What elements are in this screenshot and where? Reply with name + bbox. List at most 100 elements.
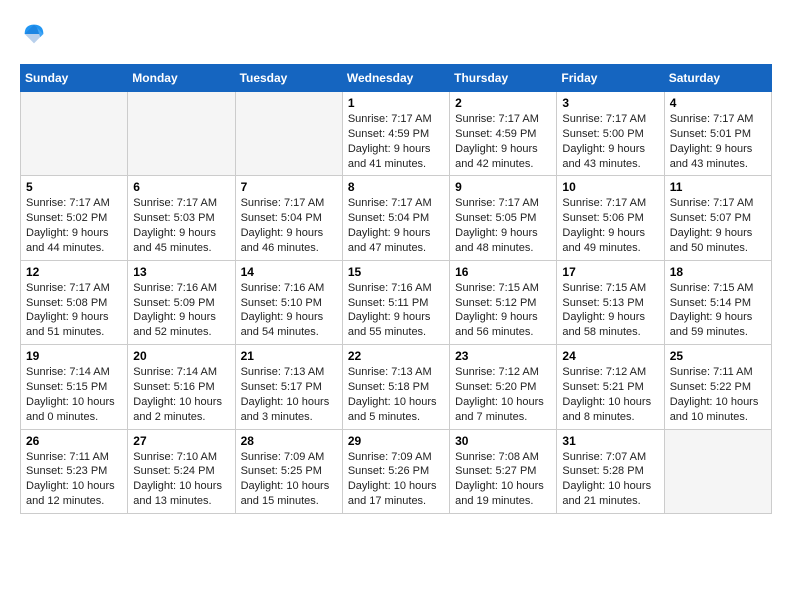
day-info: Sunrise: 7:17 AM Sunset: 4:59 PM Dayligh… (455, 112, 551, 171)
day-info: Sunrise: 7:08 AM Sunset: 5:27 PM Dayligh… (455, 450, 551, 509)
day-info: Sunrise: 7:09 AM Sunset: 5:26 PM Dayligh… (348, 450, 444, 509)
calendar-cell (21, 92, 128, 176)
day-number: 31 (562, 434, 658, 448)
calendar-cell: 14 Sunrise: 7:16 AM Sunset: 5:10 PM Dayli… (235, 260, 342, 344)
day-number: 23 (455, 349, 551, 363)
calendar-table: SundayMondayTuesdayWednesdayThursdayFrid… (20, 64, 772, 514)
day-number: 4 (670, 96, 766, 110)
day-number: 10 (562, 180, 658, 194)
calendar-cell: 1 Sunrise: 7:17 AM Sunset: 4:59 PM Daylig… (342, 92, 449, 176)
calendar-week-row: 19 Sunrise: 7:14 AM Sunset: 5:15 PM Dayli… (21, 345, 772, 429)
calendar-cell: 20Sunrise: 7:14 AM Sunset: 5:16 PM Dayli… (128, 345, 235, 429)
day-info: Sunrise: 7:16 AM Sunset: 5:09 PM Dayligh… (133, 281, 229, 340)
calendar-cell: 16 Sunrise: 7:15 AM Sunset: 5:12 PM Dayli… (450, 260, 557, 344)
day-number: 21 (241, 349, 337, 363)
day-number: 16 (455, 265, 551, 279)
day-number: 24 (562, 349, 658, 363)
weekday-label: Wednesday (342, 65, 449, 92)
calendar-cell: 3 Sunrise: 7:17 AM Sunset: 5:00 PM Daylig… (557, 92, 664, 176)
day-number: 17 (562, 265, 658, 279)
weekday-label: Tuesday (235, 65, 342, 92)
day-number: 30 (455, 434, 551, 448)
calendar-cell: 10 Sunrise: 7:17 AM Sunset: 5:06 PM Dayli… (557, 176, 664, 260)
day-number: 8 (348, 180, 444, 194)
day-info: Sunrise: 7:11 AM Sunset: 5:23 PM Dayligh… (26, 450, 122, 509)
day-number: 12 (26, 265, 122, 279)
weekday-label: Saturday (664, 65, 771, 92)
day-info: Sunrise: 7:15 AM Sunset: 5:13 PM Dayligh… (562, 281, 658, 340)
weekday-label: Thursday (450, 65, 557, 92)
day-number: 25 (670, 349, 766, 363)
day-number: 6 (133, 180, 229, 194)
calendar-cell: 21Sunrise: 7:13 AM Sunset: 5:17 PM Dayli… (235, 345, 342, 429)
day-number: 29 (348, 434, 444, 448)
day-number: 7 (241, 180, 337, 194)
day-info: Sunrise: 7:17 AM Sunset: 5:04 PM Dayligh… (348, 196, 444, 255)
day-info: Sunrise: 7:17 AM Sunset: 5:07 PM Dayligh… (670, 196, 766, 255)
calendar-cell: 18Sunrise: 7:15 AM Sunset: 5:14 PM Dayli… (664, 260, 771, 344)
day-info: Sunrise: 7:12 AM Sunset: 5:21 PM Dayligh… (562, 365, 658, 424)
calendar-cell: 9 Sunrise: 7:17 AM Sunset: 5:05 PM Daylig… (450, 176, 557, 260)
calendar-cell: 29 Sunrise: 7:09 AM Sunset: 5:26 PM Dayli… (342, 429, 449, 513)
calendar-cell: 17 Sunrise: 7:15 AM Sunset: 5:13 PM Dayli… (557, 260, 664, 344)
weekday-label: Monday (128, 65, 235, 92)
day-info: Sunrise: 7:16 AM Sunset: 5:10 PM Dayligh… (241, 281, 337, 340)
day-number: 14 (241, 265, 337, 279)
day-number: 13 (133, 265, 229, 279)
calendar-week-row: 1 Sunrise: 7:17 AM Sunset: 4:59 PM Daylig… (21, 92, 772, 176)
day-number: 2 (455, 96, 551, 110)
calendar-cell: 24 Sunrise: 7:12 AM Sunset: 5:21 PM Dayli… (557, 345, 664, 429)
calendar-cell: 30 Sunrise: 7:08 AM Sunset: 5:27 PM Dayli… (450, 429, 557, 513)
calendar-cell: 13 Sunrise: 7:16 AM Sunset: 5:09 PM Dayli… (128, 260, 235, 344)
calendar-cell (664, 429, 771, 513)
day-info: Sunrise: 7:15 AM Sunset: 5:14 PM Dayligh… (670, 281, 766, 340)
day-info: Sunrise: 7:16 AM Sunset: 5:11 PM Dayligh… (348, 281, 444, 340)
day-info: Sunrise: 7:17 AM Sunset: 4:59 PM Dayligh… (348, 112, 444, 171)
calendar-cell: 27Sunrise: 7:10 AM Sunset: 5:24 PM Dayli… (128, 429, 235, 513)
day-info: Sunrise: 7:17 AM Sunset: 5:01 PM Dayligh… (670, 112, 766, 171)
day-info: Sunrise: 7:17 AM Sunset: 5:00 PM Dayligh… (562, 112, 658, 171)
day-number: 15 (348, 265, 444, 279)
calendar-cell: 25Sunrise: 7:11 AM Sunset: 5:22 PM Dayli… (664, 345, 771, 429)
logo (20, 20, 52, 48)
calendar-cell: 12 Sunrise: 7:17 AM Sunset: 5:08 PM Dayli… (21, 260, 128, 344)
day-info: Sunrise: 7:13 AM Sunset: 5:18 PM Dayligh… (348, 365, 444, 424)
day-info: Sunrise: 7:07 AM Sunset: 5:28 PM Dayligh… (562, 450, 658, 509)
calendar-body: 1 Sunrise: 7:17 AM Sunset: 4:59 PM Daylig… (21, 92, 772, 514)
calendar-cell: 7Sunrise: 7:17 AM Sunset: 5:04 PM Daylig… (235, 176, 342, 260)
day-number: 9 (455, 180, 551, 194)
day-info: Sunrise: 7:17 AM Sunset: 5:03 PM Dayligh… (133, 196, 229, 255)
calendar-cell: 4 Sunrise: 7:17 AM Sunset: 5:01 PM Daylig… (664, 92, 771, 176)
day-info: Sunrise: 7:17 AM Sunset: 5:02 PM Dayligh… (26, 196, 122, 255)
weekday-label: Friday (557, 65, 664, 92)
calendar-cell (128, 92, 235, 176)
day-number: 28 (241, 434, 337, 448)
day-number: 1 (348, 96, 444, 110)
day-number: 26 (26, 434, 122, 448)
calendar-cell: 6 Sunrise: 7:17 AM Sunset: 5:03 PM Daylig… (128, 176, 235, 260)
day-number: 5 (26, 180, 122, 194)
weekday-label: Sunday (21, 65, 128, 92)
page-header (20, 20, 772, 48)
day-number: 22 (348, 349, 444, 363)
day-info: Sunrise: 7:15 AM Sunset: 5:12 PM Dayligh… (455, 281, 551, 340)
day-number: 3 (562, 96, 658, 110)
calendar-week-row: 12 Sunrise: 7:17 AM Sunset: 5:08 PM Dayli… (21, 260, 772, 344)
day-info: Sunrise: 7:09 AM Sunset: 5:25 PM Dayligh… (241, 450, 337, 509)
calendar-cell: 22 Sunrise: 7:13 AM Sunset: 5:18 PM Dayli… (342, 345, 449, 429)
day-number: 19 (26, 349, 122, 363)
day-number: 11 (670, 180, 766, 194)
day-info: Sunrise: 7:17 AM Sunset: 5:06 PM Dayligh… (562, 196, 658, 255)
calendar-cell (235, 92, 342, 176)
calendar-week-row: 5 Sunrise: 7:17 AM Sunset: 5:02 PM Daylig… (21, 176, 772, 260)
day-info: Sunrise: 7:17 AM Sunset: 5:08 PM Dayligh… (26, 281, 122, 340)
day-number: 27 (133, 434, 229, 448)
day-info: Sunrise: 7:14 AM Sunset: 5:15 PM Dayligh… (26, 365, 122, 424)
day-info: Sunrise: 7:17 AM Sunset: 5:05 PM Dayligh… (455, 196, 551, 255)
calendar-cell: 2 Sunrise: 7:17 AM Sunset: 4:59 PM Daylig… (450, 92, 557, 176)
calendar-cell: 23 Sunrise: 7:12 AM Sunset: 5:20 PM Dayli… (450, 345, 557, 429)
logo-icon (20, 20, 48, 48)
calendar-cell: 15 Sunrise: 7:16 AM Sunset: 5:11 PM Dayli… (342, 260, 449, 344)
calendar-cell: 26 Sunrise: 7:11 AM Sunset: 5:23 PM Dayli… (21, 429, 128, 513)
day-info: Sunrise: 7:12 AM Sunset: 5:20 PM Dayligh… (455, 365, 551, 424)
